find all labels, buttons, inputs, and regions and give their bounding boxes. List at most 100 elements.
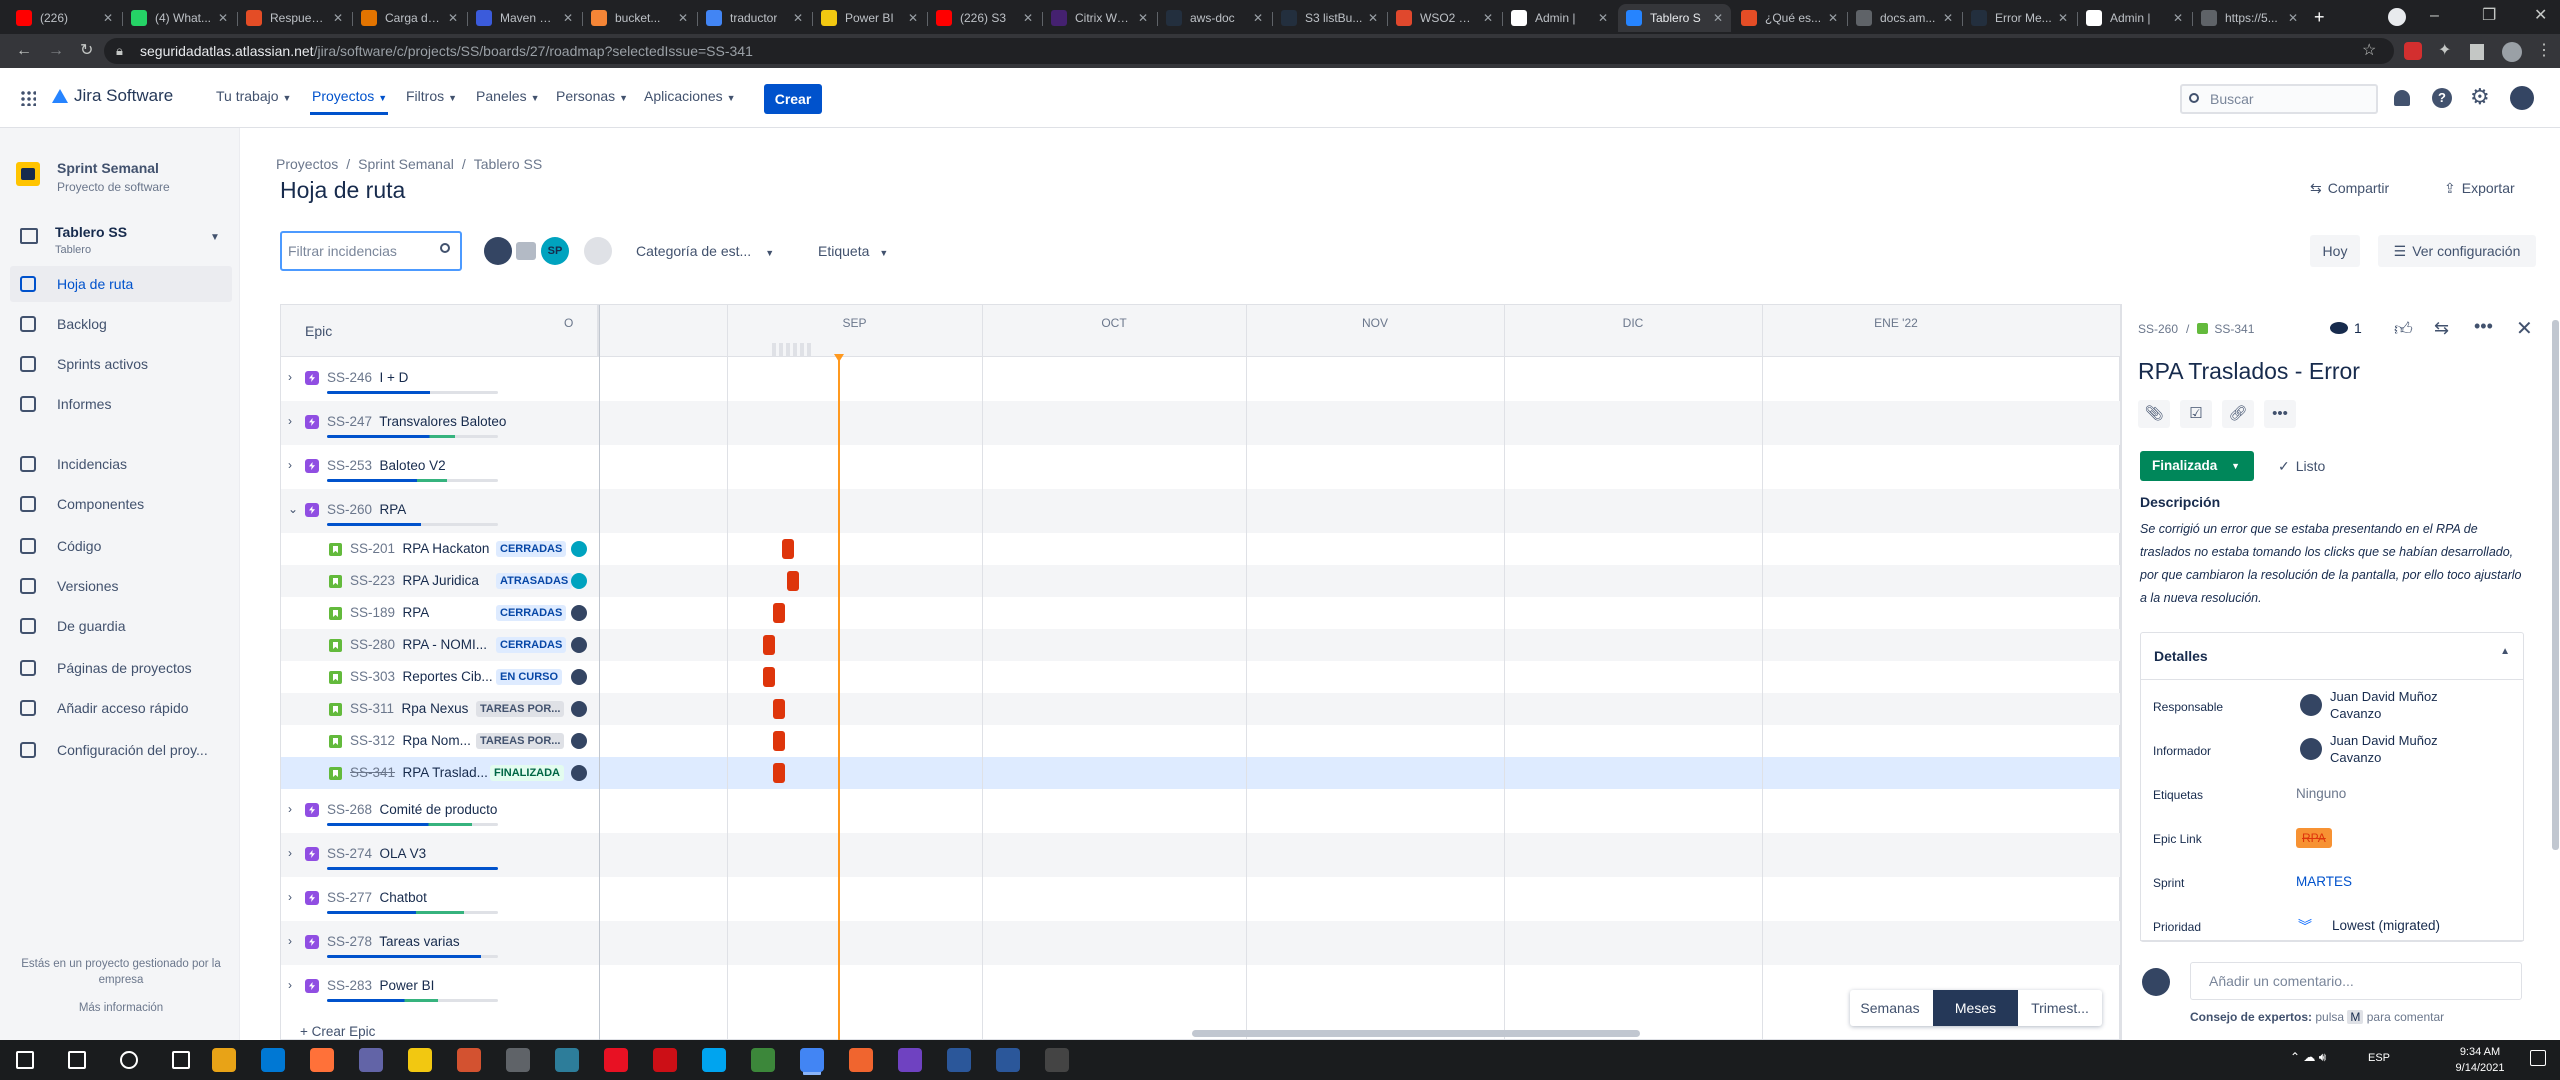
sidebar-item-add-shortcut[interactable]: Añadir acceso rápido xyxy=(10,690,232,726)
child-issue-icon[interactable]: ☑ xyxy=(2180,400,2212,428)
nav-tu-trabajo[interactable]: Tu trabajo ▼ xyxy=(216,88,291,104)
adblock-extension-icon[interactable] xyxy=(2404,42,2422,60)
firefox-icon[interactable] xyxy=(310,1048,334,1072)
tab-close-icon[interactable]: ✕ xyxy=(1824,11,1838,25)
tab-close-icon[interactable]: ✕ xyxy=(1249,11,1263,25)
tab-close-icon[interactable]: ✕ xyxy=(789,11,803,25)
epic-title[interactable]: SS-253 Baloteo V2 xyxy=(327,458,446,473)
epic-title[interactable]: SS-278 Tareas varias xyxy=(327,934,460,949)
child-issue-title[interactable]: SS-341 RPA Traslad... xyxy=(350,765,488,780)
issue-timeline-bar[interactable] xyxy=(782,539,795,559)
app-icon[interactable] xyxy=(555,1048,579,1072)
nav-personas[interactable]: Personas ▼ xyxy=(556,88,628,104)
sidebar-item-on-call[interactable]: De guardia xyxy=(10,608,232,644)
browser-tab[interactable]: Citrix Wo... ✕ xyxy=(1043,4,1156,32)
tab-close-icon[interactable]: ✕ xyxy=(99,11,113,25)
epic-title[interactable]: SS-277 Chatbot xyxy=(327,890,427,905)
issue-timeline-bar[interactable] xyxy=(773,731,786,751)
epic-row[interactable] xyxy=(281,833,2120,877)
reading-list-icon[interactable] xyxy=(2470,44,2484,60)
attach-icon[interactable]: 📎︎ xyxy=(2138,400,2170,428)
board-chevron-down-icon[interactable]: ▼ xyxy=(210,232,220,243)
browser-tab[interactable]: aws-doc ✕ xyxy=(1158,4,1271,32)
label-filter[interactable]: Etiqueta ▼ xyxy=(818,243,888,259)
browser-tab[interactable]: S3 listBu... ✕ xyxy=(1273,4,1386,32)
zoom-quarters[interactable]: Trimest... xyxy=(2024,994,2096,1022)
opera-gx-icon[interactable] xyxy=(653,1048,677,1072)
parent-issue-link[interactable]: SS-260 xyxy=(2138,322,2178,336)
sidebar-item-issues[interactable]: Incidencias xyxy=(10,446,232,482)
tab-close-icon[interactable]: ✕ xyxy=(904,11,918,25)
word-icon[interactable] xyxy=(996,1048,1020,1072)
avatar-sp-filter[interactable]: SP xyxy=(541,237,569,265)
more-icon[interactable]: ••• xyxy=(2264,400,2296,428)
app-icon[interactable] xyxy=(506,1048,530,1072)
chevron-down-icon[interactable]: ⌄ xyxy=(288,502,298,516)
child-issue-title[interactable]: SS-280 RPA - NOMI... xyxy=(350,637,487,652)
browser-menu-icon[interactable]: ⋮ xyxy=(2536,43,2552,59)
epic-row[interactable] xyxy=(281,401,2120,445)
sidebar-item-roadmap[interactable]: Hoja de ruta xyxy=(10,266,232,302)
windows-start-icon[interactable] xyxy=(16,1051,34,1069)
app-icon[interactable] xyxy=(947,1048,971,1072)
browser-tab[interactable]: Error Me... ✕ xyxy=(1963,4,2076,32)
browser-tab[interactable]: Respuest... ✕ xyxy=(238,4,351,32)
reporter-value[interactable]: Juan David Muñoz Cavanzo xyxy=(2330,732,2460,764)
defender-icon[interactable] xyxy=(702,1048,726,1072)
browser-tab[interactable]: WSO2 Er... ✕ xyxy=(1388,4,1501,32)
issue-timeline-bar[interactable] xyxy=(762,635,775,655)
tab-close-icon[interactable]: ✕ xyxy=(2169,11,2183,25)
tab-close-icon[interactable]: ✕ xyxy=(559,11,573,25)
horizontal-scrollbar[interactable] xyxy=(1192,1030,1640,1037)
issue-timeline-bar[interactable] xyxy=(773,603,786,623)
browser-tab[interactable]: Maven R... ✕ xyxy=(468,4,581,32)
add-people-icon[interactable] xyxy=(584,237,612,265)
issue-title[interactable]: RPA Traslados - Error xyxy=(2138,358,2360,385)
forward-icon[interactable]: → xyxy=(48,43,64,59)
epic-row[interactable] xyxy=(281,789,2120,833)
browser-tab[interactable]: Power BI ✕ xyxy=(813,4,926,32)
tab-close-icon[interactable]: ✕ xyxy=(1594,11,1608,25)
tab-search-icon[interactable] xyxy=(2388,8,2406,26)
postman-icon[interactable] xyxy=(849,1048,873,1072)
browser-tab[interactable]: (226) ✕ xyxy=(8,4,121,32)
tab-close-icon[interactable]: ✕ xyxy=(2284,11,2298,25)
epic-link-lozenge[interactable]: RPA xyxy=(2296,828,2332,848)
project-name[interactable]: Sprint Semanal xyxy=(57,160,159,176)
browser-tab[interactable]: Carga de... ✕ xyxy=(353,4,466,32)
tab-close-icon[interactable]: ✕ xyxy=(329,11,343,25)
chevron-right-icon[interactable]: › xyxy=(288,978,292,992)
tab-close-icon[interactable]: ✕ xyxy=(1134,11,1148,25)
tab-close-icon[interactable]: ✕ xyxy=(1479,11,1493,25)
browser-tab[interactable]: Tablero S ✕ xyxy=(1618,4,1731,32)
browser-tab[interactable]: (4) What... ✕ xyxy=(123,4,236,32)
detail-scrollbar[interactable] xyxy=(2552,320,2559,850)
epic-row[interactable] xyxy=(281,965,2120,1009)
watchers-button[interactable]: 1 xyxy=(2330,320,2362,336)
comment-input[interactable]: Añadir un comentario... xyxy=(2190,962,2522,1000)
labels-value[interactable]: Ninguno xyxy=(2296,786,2346,801)
tab-close-icon[interactable]: ✕ xyxy=(1019,11,1033,25)
chevron-right-icon[interactable]: › xyxy=(288,846,292,860)
epic-row[interactable] xyxy=(281,489,2120,533)
lock-icon[interactable]: 🔒︎ xyxy=(116,43,123,59)
epic-row[interactable] xyxy=(281,877,2120,921)
epic-row[interactable] xyxy=(281,445,2120,489)
child-issue-title[interactable]: SS-303 Reportes Cib... xyxy=(350,669,493,684)
export-button[interactable]: ⇪ Exportar xyxy=(2444,180,2515,197)
notifications-icon[interactable] xyxy=(2394,90,2410,106)
input-language[interactable]: ESP xyxy=(2368,1052,2390,1064)
jira-logo-icon[interactable] xyxy=(52,89,68,103)
chrome-icon[interactable] xyxy=(800,1048,824,1072)
cortana-icon[interactable] xyxy=(120,1051,138,1069)
browser-tab[interactable]: ¿Qué es... ✕ xyxy=(1733,4,1846,32)
create-button[interactable]: Crear xyxy=(764,84,822,114)
opera-icon[interactable] xyxy=(604,1048,628,1072)
sidebar-item-project-pages[interactable]: Páginas de proyectos xyxy=(10,650,232,686)
breadcrumb-item[interactable]: Sprint Semanal xyxy=(358,156,454,172)
minimize-icon[interactable]: – xyxy=(2430,8,2439,24)
today-button[interactable]: Hoy xyxy=(2310,235,2360,267)
system-clock[interactable]: 9:34 AM 9/14/2021 xyxy=(2450,1044,2510,1076)
close-panel-icon[interactable]: ✕ xyxy=(2516,316,2533,341)
sidebar-item-reports[interactable]: Informes xyxy=(10,386,232,422)
